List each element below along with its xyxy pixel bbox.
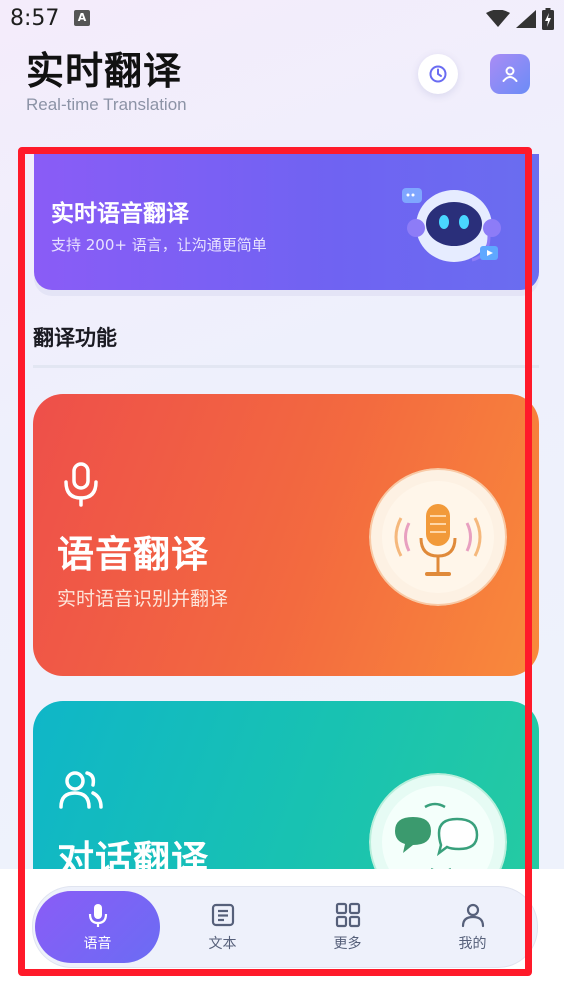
status-icons	[486, 8, 554, 30]
section-title: 翻译功能	[33, 326, 117, 350]
history-icon	[429, 65, 447, 83]
realtime-voice-banner[interactable]: 实时语音翻译 支持 200+ 语言，让沟通更简单	[34, 154, 539, 290]
dialogue-card-title: 对话翻译	[57, 838, 209, 869]
nav-item-profile[interactable]: 我的	[410, 891, 535, 963]
wifi-icon	[486, 10, 510, 27]
robot-headset-illustration	[402, 188, 501, 262]
banner-title: 实时语音翻译	[51, 201, 189, 227]
nav-label-profile: 我的	[458, 936, 487, 952]
microphone-icon	[64, 462, 98, 507]
grid-icon	[335, 902, 360, 928]
banner-subtitle: 支持 200+ 语言，让沟通更简单	[51, 236, 267, 254]
page-subtitle: Real-time Translation	[26, 95, 187, 114]
user-icon	[502, 66, 518, 82]
voice-card-subtitle: 实时语音识别并翻译	[57, 588, 229, 610]
nav-item-more[interactable]: 更多	[285, 891, 410, 963]
voice-translation-card[interactable]: 语音翻译 实时语音识别并翻译	[33, 394, 539, 676]
text-doc-icon	[211, 903, 234, 927]
nav-item-text[interactable]: 文本	[160, 891, 285, 963]
nav-label-more: 更多	[333, 936, 362, 952]
scroll-content[interactable]: 实时语音翻译 支持 200+ 语言，让沟通更简单 翻译功能 语音翻译 实时语音识…	[25, 154, 539, 869]
people-icon	[59, 771, 103, 809]
profile-button[interactable]	[490, 54, 530, 94]
notification-icon: A	[74, 10, 90, 26]
dialogue-translation-card[interactable]: 对话翻译	[33, 701, 539, 869]
user-icon	[461, 903, 484, 928]
nav-item-voice[interactable]: 语音	[35, 891, 160, 963]
chat-bubbles-illustration	[369, 773, 507, 869]
history-button[interactable]	[418, 54, 458, 94]
status-bar: 8:57 A	[0, 0, 564, 36]
voice-card-title: 语音翻译	[57, 533, 209, 576]
page-title: 实时翻译	[26, 49, 183, 93]
microphone-illustration	[369, 468, 507, 606]
nav-label-voice: 语音	[83, 936, 112, 952]
nav-label-text: 文本	[208, 936, 237, 952]
status-time: 8:57	[10, 6, 60, 31]
microphone-icon	[88, 904, 107, 927]
bottom-nav: 语音 文本 更多 我的	[32, 886, 538, 968]
battery-charging-icon	[542, 8, 554, 30]
signal-icon	[516, 10, 536, 28]
section-divider	[33, 365, 539, 368]
